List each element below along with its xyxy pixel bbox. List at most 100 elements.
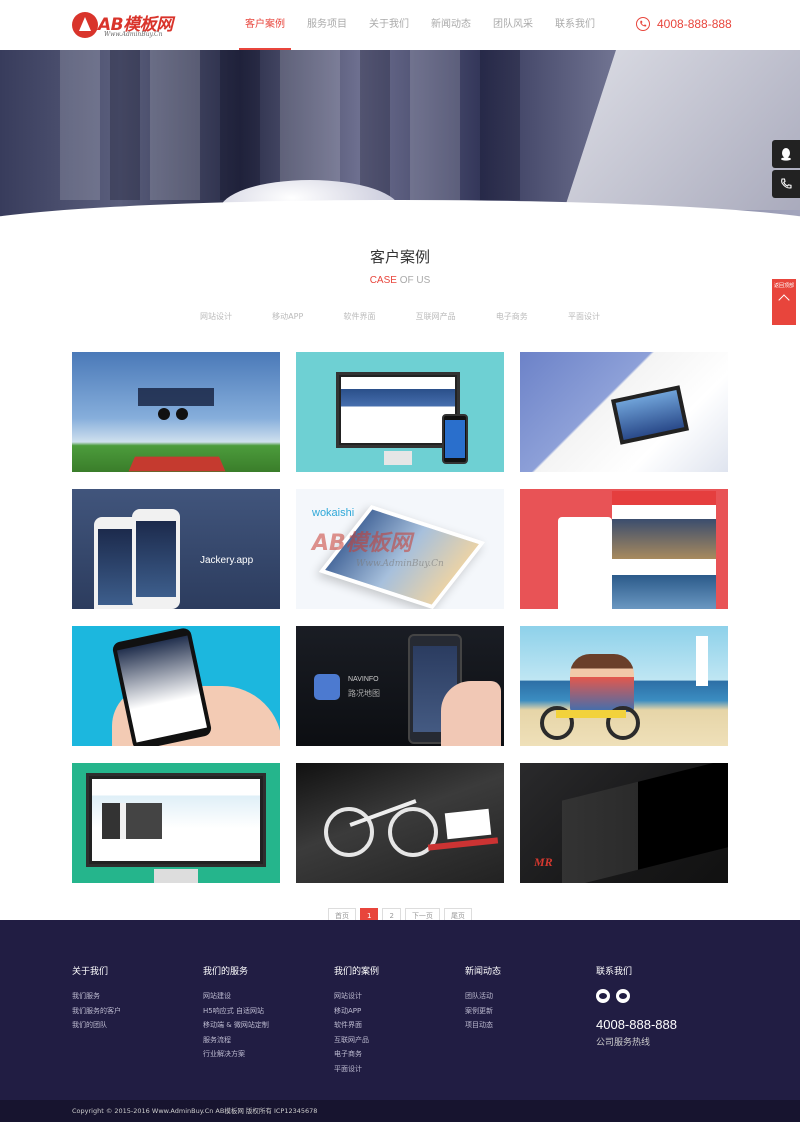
logo-subtext: Www.AdminBuy.Cn (104, 31, 163, 38)
header-phone-number: 4008-888-888 (657, 17, 732, 31)
banner-laptop (564, 50, 800, 210)
banner-book (60, 50, 100, 200)
case-thumbnail[interactable] (296, 352, 504, 472)
footer-link[interactable]: 移动端 & 微网站定制 (203, 1021, 269, 1030)
nav-item-cases[interactable]: 客户案例 (234, 0, 296, 50)
case-thumbnail[interactable]: MR (520, 763, 728, 883)
nav-item-about[interactable]: 关于我们 (358, 0, 420, 50)
footer-link[interactable]: 服务流程 (203, 1036, 269, 1045)
thumb-kids (570, 654, 634, 712)
footer-link[interactable]: 我们服务的客户 (72, 1007, 121, 1016)
footer-link[interactable]: H5响应式 自适网站 (203, 1007, 269, 1016)
footer-column-news: 新闻动态 团队活动 案例更新 项目动态 (465, 964, 501, 1037)
banner-book (360, 50, 390, 200)
hero-banner (0, 50, 800, 220)
banner-book (280, 50, 340, 200)
footer-link[interactable]: 移动APP (334, 1007, 379, 1016)
case-thumbnail[interactable] (520, 352, 728, 472)
thumb-phone (558, 517, 612, 609)
footer-link[interactable]: 电子商务 (334, 1050, 379, 1059)
thumb-device (610, 385, 690, 445)
category-ecommerce[interactable]: 电子商务 (496, 311, 528, 322)
banner-book (410, 50, 460, 200)
subtitle-highlight: CASE (369, 275, 397, 286)
footer-column-services: 我们的服务 网站建设 H5响应式 自适网站 移动端 & 微网站定制 服务流程 行… (203, 964, 269, 1066)
thumb-stand (154, 869, 198, 883)
qq-icon (781, 148, 791, 161)
thumb-people (102, 803, 162, 839)
nav-item-services[interactable]: 服务项目 (296, 0, 358, 50)
thumb-panel (138, 388, 214, 406)
banner-book (110, 50, 140, 200)
footer-column-title: 联系我们 (596, 967, 633, 977)
footer-column-title: 我们的服务 (203, 967, 249, 977)
footer-column-about: 关于我们 我们服务 我们服务的客户 我们的团队 (72, 964, 121, 1037)
weibo-icon[interactable] (616, 989, 630, 1003)
nav-item-news[interactable]: 新闻动态 (420, 0, 482, 50)
wechat-icon[interactable] (596, 989, 610, 1003)
category-filter: 网站设计 移动APP 软件界面 互联网产品 电子商务 平面设计 (200, 311, 600, 322)
category-graphic-design[interactable]: 平面设计 (568, 311, 600, 322)
case-thumbnail[interactable] (296, 763, 504, 883)
subtitle-rest: OF US (396, 275, 431, 286)
thumb-caption: 路况地图 (348, 689, 380, 698)
lighthouse (696, 636, 708, 686)
main-nav: 客户案例 服务项目 关于我们 新闻动态 团队风采 联系我们 (234, 0, 606, 50)
footer-link[interactable]: 网站建设 (203, 992, 269, 1001)
logo-icon (72, 12, 98, 38)
footer-link[interactable]: 互联网产品 (334, 1036, 379, 1045)
footer-link[interactable]: 我们的团队 (72, 1021, 121, 1030)
footer-link[interactable]: 案例更新 (465, 1007, 501, 1016)
footer-link[interactable]: 平面设计 (334, 1065, 379, 1074)
thumb-finger (441, 681, 501, 746)
footer-link[interactable]: 网站设计 (334, 992, 379, 1001)
qq-float-button[interactable] (772, 140, 800, 168)
phone-icon (781, 178, 792, 189)
thumb-caption: Jackery.app (200, 555, 254, 566)
play-icon (158, 408, 170, 420)
nav-item-team[interactable]: 团队风采 (482, 0, 544, 50)
footer-link[interactable]: 团队活动 (465, 992, 501, 1001)
category-web-design[interactable]: 网站设计 (200, 311, 232, 322)
footer-link[interactable]: 软件界面 (334, 1021, 379, 1030)
thumb-phone (132, 509, 180, 609)
social-links (596, 989, 677, 1003)
case-thumbnail[interactable] (72, 352, 280, 472)
phone-float-button[interactable] (772, 170, 800, 198)
banner-book (220, 50, 260, 200)
site-header: AB模板网 Www.AdminBuy.Cn 客户案例 服务项目 关于我们 新闻动… (0, 0, 800, 50)
thumb-brand: wokaishi (312, 507, 355, 519)
thumb-phone (442, 414, 468, 464)
nav-item-contact[interactable]: 联系我们 (544, 0, 606, 50)
case-thumbnail[interactable]: NAVINFO 路况地图 (296, 626, 504, 746)
category-internet-product[interactable]: 互联网产品 (416, 311, 456, 322)
thumb-stand (384, 451, 412, 465)
case-thumbnail[interactable] (520, 489, 728, 609)
banner-book (480, 50, 520, 200)
case-thumbnail[interactable] (72, 763, 280, 883)
pause-icon (176, 408, 188, 420)
thumb-track (128, 456, 226, 472)
footer-column-cases: 我们的案例 网站设计 移动APP 软件界面 互联网产品 电子商务 平面设计 (334, 964, 379, 1080)
category-mobile-app[interactable]: 移动APP (272, 311, 303, 322)
footer-column-title: 关于我们 (72, 967, 109, 977)
footer-link[interactable]: 行业解决方案 (203, 1050, 269, 1059)
thumb-bar (427, 837, 499, 851)
arrow-up-icon (778, 294, 790, 306)
thumb-phone (612, 491, 716, 609)
case-thumbnail[interactable] (72, 626, 280, 746)
thumb-brand: NAVINFO (348, 676, 379, 683)
footer-column-contact: 联系我们 4008-888-888 公司服务热线 (596, 964, 677, 1048)
case-thumbnail[interactable]: wokaishi AB模板网 Www.AdminBuy.Cn (296, 489, 504, 609)
site-footer: 关于我们 我们服务 我们服务的客户 我们的团队 我们的服务 网站建设 H5响应式… (0, 920, 800, 1100)
phone-icon (636, 17, 650, 31)
logo[interactable]: AB模板网 Www.AdminBuy.Cn (72, 10, 192, 42)
thumb-mark: MR (534, 855, 553, 869)
case-thumbnail[interactable] (520, 626, 728, 746)
footer-link[interactable]: 我们服务 (72, 992, 121, 1001)
thumb-screen (562, 763, 728, 883)
footer-link[interactable]: 项目动态 (465, 1021, 501, 1030)
case-thumbnail[interactable]: Jackery.app (72, 489, 280, 609)
category-software-ui[interactable]: 软件界面 (343, 311, 375, 322)
map-icon (314, 674, 340, 700)
